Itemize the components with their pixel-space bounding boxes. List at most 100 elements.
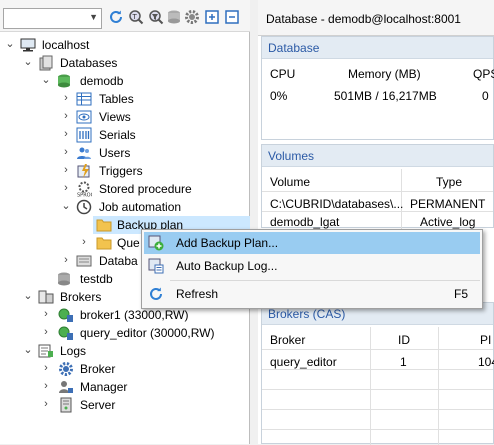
- tree-label: query_editor (30000,RW): [80, 326, 215, 340]
- menu-item-label: Refresh: [176, 287, 219, 301]
- tree-node-job-automation[interactable]: ⌄ Job automation: [0, 198, 250, 216]
- tree-node-logs[interactable]: ⌄ Logs: [0, 342, 250, 360]
- tree-label: Serials: [99, 128, 136, 142]
- chevron-right-icon[interactable]: ›: [60, 254, 72, 266]
- menu-item-refresh[interactable]: Refresh F5: [144, 283, 480, 305]
- trigger-icon: [77, 164, 90, 178]
- chevron-down-icon[interactable]: ⌄: [40, 74, 52, 86]
- column-header: CPU: [270, 67, 296, 81]
- host-combo[interactable]: ▼: [3, 8, 102, 29]
- tree-label: Job automation: [99, 200, 182, 214]
- menu-item-shortcut: F5: [453, 287, 468, 301]
- tree-label: Manager: [80, 380, 128, 394]
- backup-log-icon: [148, 258, 164, 274]
- table-cell: query_editor: [270, 355, 337, 369]
- chevron-right-icon[interactable]: ›: [40, 362, 52, 374]
- tree-node-triggers[interactable]: › Triggers: [0, 162, 250, 180]
- context-menu: Add Backup Plan... Auto Backup Log... Re…: [141, 229, 483, 309]
- table-cell: PERMANENT: [410, 197, 486, 211]
- gear-icon[interactable]: [184, 9, 200, 25]
- table-cell: 0: [482, 89, 489, 103]
- table-cell: Active_log: [420, 215, 476, 229]
- database-icon: [58, 74, 70, 88]
- chevron-right-icon[interactable]: ›: [40, 308, 52, 320]
- svg-text:T: T: [132, 13, 138, 21]
- chevron-down-icon[interactable]: ⌄: [60, 200, 72, 212]
- tree-node-stored-procedure[interactable]: › SPROC Stored procedure: [0, 180, 250, 198]
- tree-label: Views: [99, 110, 131, 124]
- tree-node-localhost[interactable]: ⌄ localhost: [0, 36, 250, 54]
- filter-icon[interactable]: [148, 9, 164, 25]
- divider: [370, 327, 371, 445]
- svg-text:SPROC: SPROC: [77, 193, 92, 198]
- chevron-right-icon[interactable]: ›: [60, 164, 72, 176]
- chevron-right-icon[interactable]: ›: [40, 326, 52, 338]
- menu-item-label: Add Backup Plan...: [176, 236, 279, 250]
- users-icon: [77, 147, 91, 159]
- tree-node-views[interactable]: › Views: [0, 108, 250, 126]
- menu-item-label: Auto Backup Log...: [176, 259, 278, 273]
- view-icon: [76, 110, 92, 124]
- tree-node-server[interactable]: › Server: [0, 396, 250, 414]
- menu-item-add-backup-plan[interactable]: Add Backup Plan...: [144, 232, 480, 254]
- divider: [262, 349, 493, 350]
- table-cell: C:\CUBRID\databases\...: [270, 197, 404, 211]
- gear-icon: [59, 362, 73, 376]
- chevron-down-icon[interactable]: ⌄: [22, 344, 34, 356]
- dashboard-pane: Database - demodb@localhost:8001 Databas…: [258, 0, 494, 445]
- tree-label: Stored procedure: [99, 182, 192, 196]
- table-cell: 104: [478, 355, 494, 369]
- refresh-icon[interactable]: [108, 9, 124, 25]
- table-cell: 1: [400, 355, 407, 369]
- chevron-down-icon[interactable]: ⌄: [4, 38, 16, 50]
- tree-label: localhost: [42, 38, 90, 52]
- editor-title-bar: Database - demodb@localhost:8001: [258, 0, 494, 36]
- tree-node-demodb[interactable]: ⌄ demodb: [0, 72, 250, 90]
- tree-label: Brokers: [60, 290, 102, 304]
- chevron-right-icon[interactable]: ›: [40, 380, 52, 392]
- menu-item-auto-backup-log[interactable]: Auto Backup Log...: [144, 255, 480, 277]
- chevron-right-icon[interactable]: ›: [60, 128, 72, 140]
- serial-icon: [76, 127, 92, 143]
- tree-node-manager[interactable]: › Manager: [0, 378, 250, 396]
- tree-label: Triggers: [99, 164, 143, 178]
- chevron-right-icon[interactable]: ›: [60, 182, 72, 194]
- tree-node-query-editor[interactable]: › query_editor (30000,RW): [0, 324, 250, 342]
- search-icon[interactable]: T: [128, 9, 144, 25]
- panel-title: Database: [268, 41, 320, 55]
- chevron-right-icon[interactable]: ›: [60, 110, 72, 122]
- chevron-right-icon[interactable]: ›: [40, 398, 52, 410]
- clock-icon: [76, 199, 92, 215]
- database-icon[interactable]: [166, 9, 182, 25]
- chevron-down-icon[interactable]: ⌄: [22, 290, 34, 302]
- tree-node-log-broker[interactable]: › Broker: [0, 360, 250, 378]
- folder-icon: [96, 237, 112, 250]
- stored-procedure-icon: SPROC: [77, 181, 92, 198]
- tree-node-tables[interactable]: › Tables: [0, 90, 250, 108]
- tree-label: Tables: [99, 92, 134, 106]
- expand-all-icon[interactable]: [204, 9, 220, 25]
- chevron-down-icon[interactable]: ⌄: [22, 56, 34, 68]
- column-header: Type: [436, 175, 463, 189]
- tree-label: demodb: [80, 74, 124, 88]
- database-panel: Database CPU Memory (MB) QPS 0% 501MB / …: [261, 36, 494, 140]
- tree-node-serials[interactable]: › Serials: [0, 126, 250, 144]
- column-header: Memory (MB): [348, 67, 421, 81]
- server-icon: [60, 397, 72, 413]
- chevron-down-icon[interactable]: ▼: [89, 12, 98, 22]
- volumes-panel: Volumes Volume Type C:\CUBRID\databases\…: [261, 144, 494, 229]
- tree-label: Databa: [99, 254, 138, 268]
- chevron-right-icon[interactable]: ›: [60, 92, 72, 104]
- tree-label: Que: [117, 236, 140, 250]
- volumes-panel-header: Volumes: [262, 145, 493, 167]
- divider: [262, 369, 493, 370]
- collapse-all-icon[interactable]: [224, 9, 240, 25]
- chevron-right-icon[interactable]: ›: [78, 236, 90, 248]
- panel-title: Volumes: [268, 149, 315, 163]
- broker-icon: [58, 326, 73, 340]
- chevron-right-icon[interactable]: ›: [60, 146, 72, 158]
- menu-separator: [170, 280, 480, 281]
- tree-node-databases[interactable]: ⌄ Databases: [0, 54, 250, 72]
- tree-label: Databases: [60, 56, 118, 70]
- tree-node-users[interactable]: › Users: [0, 144, 250, 162]
